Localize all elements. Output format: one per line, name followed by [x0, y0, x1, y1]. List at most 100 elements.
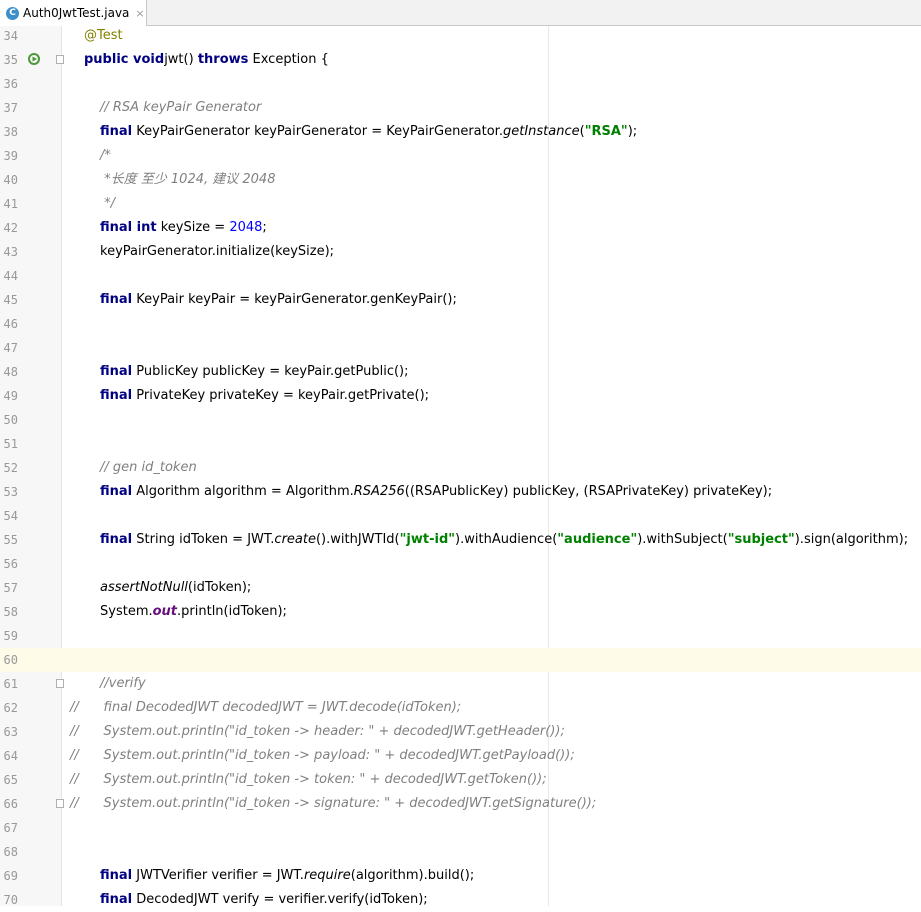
code-token: final: [100, 892, 133, 907]
code-token: "audience": [557, 532, 638, 547]
line-number: 50: [3, 413, 18, 427]
code-token: // System.out.println("id_token -> heade…: [70, 724, 565, 739]
code-line[interactable]: 54: [0, 504, 921, 528]
code-line[interactable]: 66 // System.out.println("id_token -> sig…: [0, 792, 921, 816]
code-token: "jwt-id": [399, 532, 456, 547]
code-line[interactable]: 37 // RSA keyPair Generator: [0, 96, 921, 120]
code-line[interactable]: 63 // System.out.println("id_token -> hea…: [0, 720, 921, 744]
code-token: jwt(): [164, 52, 198, 67]
code-text: assertNotNull(idToken);: [100, 576, 251, 600]
line-number: 37: [3, 101, 18, 115]
code-token: ).sign(algorithm);: [794, 532, 909, 547]
code-line[interactable]: 44: [0, 264, 921, 288]
code-token: final int: [100, 220, 157, 235]
code-token: final: [100, 868, 133, 883]
code-token: *长度 至少 1024, 建议 2048: [100, 172, 276, 187]
code-token: ).withSubject(: [637, 532, 728, 547]
line-number: 60: [3, 653, 18, 667]
code-line[interactable]: 50: [0, 408, 921, 432]
code-token: throws: [197, 52, 249, 67]
code-line[interactable]: 47: [0, 336, 921, 360]
code-line[interactable]: 70 final DecodedJWT verify = verifier.ver…: [0, 888, 921, 912]
code-line[interactable]: 48 final PublicKey publicKey = keyPair.ge…: [0, 360, 921, 384]
code-line[interactable]: 45 final KeyPair keyPair = keyPairGenerat…: [0, 288, 921, 312]
editor-tab-bar: C Auth0JwtTest.java ×: [0, 0, 921, 26]
fold-marker-icon[interactable]: [56, 799, 64, 808]
line-number: 41: [3, 197, 18, 211]
code-token: // gen id_token: [100, 460, 197, 475]
line-number: 55: [3, 533, 18, 547]
code-line[interactable]: 34 @Test: [0, 24, 921, 48]
line-number: 42: [3, 221, 18, 235]
code-token: (idToken);: [187, 580, 252, 595]
tab-auth0jwttest[interactable]: C Auth0JwtTest.java ×: [0, 0, 147, 26]
code-line[interactable]: 39 /*: [0, 144, 921, 168]
code-text: System.out.println(idToken);: [100, 600, 287, 624]
code-token: out: [152, 604, 178, 619]
code-line[interactable]: 57 assertNotNull(idToken);: [0, 576, 921, 600]
code-line[interactable]: 64 // System.out.println("id_token -> pay…: [0, 744, 921, 768]
code-line[interactable]: 67: [0, 816, 921, 840]
code-line[interactable]: 61 //verify: [0, 672, 921, 696]
line-number: 40: [3, 173, 18, 187]
code-token: .println(idToken);: [177, 604, 287, 619]
code-token: @Test: [84, 28, 123, 43]
code-text: // gen id_token: [100, 456, 197, 480]
code-line[interactable]: 52 // gen id_token: [0, 456, 921, 480]
line-number: 35: [3, 53, 18, 67]
line-number: 34: [3, 29, 18, 43]
code-line[interactable]: 65 // System.out.println("id_token -> tok…: [0, 768, 921, 792]
code-line[interactable]: 35 public voidjwt() throws Exception {: [0, 48, 921, 72]
code-token: "subject": [727, 532, 795, 547]
code-token: KeyPair keyPair = keyPairGenerator.genKe…: [132, 292, 457, 307]
code-token: // System.out.println("id_token -> token…: [70, 772, 547, 787]
line-number: 66: [3, 797, 18, 811]
tab-title: Auth0JwtTest.java: [23, 6, 130, 20]
code-token: Exception {: [248, 52, 329, 67]
line-number: 39: [3, 149, 18, 163]
code-line[interactable]: 51: [0, 432, 921, 456]
code-line[interactable]: 40 *长度 至少 1024, 建议 2048: [0, 168, 921, 192]
code-text: public voidjwt() throws Exception {: [84, 48, 329, 72]
code-token: assertNotNull: [100, 580, 188, 595]
close-tab-icon[interactable]: ×: [135, 7, 144, 20]
code-token: ().withJWTId(: [315, 532, 400, 547]
code-token: (algorithm).build();: [350, 868, 475, 883]
code-line[interactable]: 56: [0, 552, 921, 576]
java-class-icon: C: [6, 6, 19, 20]
code-text: // System.out.println("id_token -> token…: [70, 768, 547, 792]
fold-marker-icon[interactable]: [56, 55, 64, 64]
code-line[interactable]: 68: [0, 840, 921, 864]
code-token: );: [627, 124, 638, 139]
line-number: 53: [3, 485, 18, 499]
code-line[interactable]: 46: [0, 312, 921, 336]
code-token: final: [100, 532, 133, 547]
code-line[interactable]: 36: [0, 72, 921, 96]
code-line[interactable]: 55 final String idToken = JWT.create().wi…: [0, 528, 921, 552]
code-line[interactable]: 38 final KeyPairGenerator keyPairGenerato…: [0, 120, 921, 144]
line-number: 65: [3, 773, 18, 787]
code-line[interactable]: 53 final Algorithm algorithm = Algorithm.…: [0, 480, 921, 504]
code-line[interactable]: 59: [0, 624, 921, 648]
code-token: PrivateKey privateKey = keyPair.getPriva…: [132, 388, 430, 403]
line-number: 43: [3, 245, 18, 259]
run-test-icon[interactable]: [27, 52, 41, 66]
code-line[interactable]: 49 final PrivateKey privateKey = keyPair.…: [0, 384, 921, 408]
code-line[interactable]: 58 System.out.println(idToken);: [0, 600, 921, 624]
fold-marker-icon[interactable]: [56, 679, 64, 688]
code-line[interactable]: 43 keyPairGenerator.initialize(keySize);: [0, 240, 921, 264]
code-line[interactable]: 60: [0, 648, 921, 672]
line-number: 62: [3, 701, 18, 715]
code-text: // System.out.println("id_token -> heade…: [70, 720, 565, 744]
line-number: 56: [3, 557, 18, 571]
line-number: 69: [3, 869, 18, 883]
code-token: create: [274, 532, 316, 547]
line-number: 48: [3, 365, 18, 379]
code-token: //verify: [100, 676, 146, 691]
code-line[interactable]: 62 // final DecodedJWT decodedJWT = JWT.d…: [0, 696, 921, 720]
code-token: DecodedJWT verify = verifier.verify(idTo…: [132, 892, 428, 907]
code-line[interactable]: 42 final int keySize = 2048;: [0, 216, 921, 240]
line-number: 64: [3, 749, 18, 763]
code-line[interactable]: 69 final JWTVerifier verifier = JWT.requi…: [0, 864, 921, 888]
code-line[interactable]: 41 */: [0, 192, 921, 216]
